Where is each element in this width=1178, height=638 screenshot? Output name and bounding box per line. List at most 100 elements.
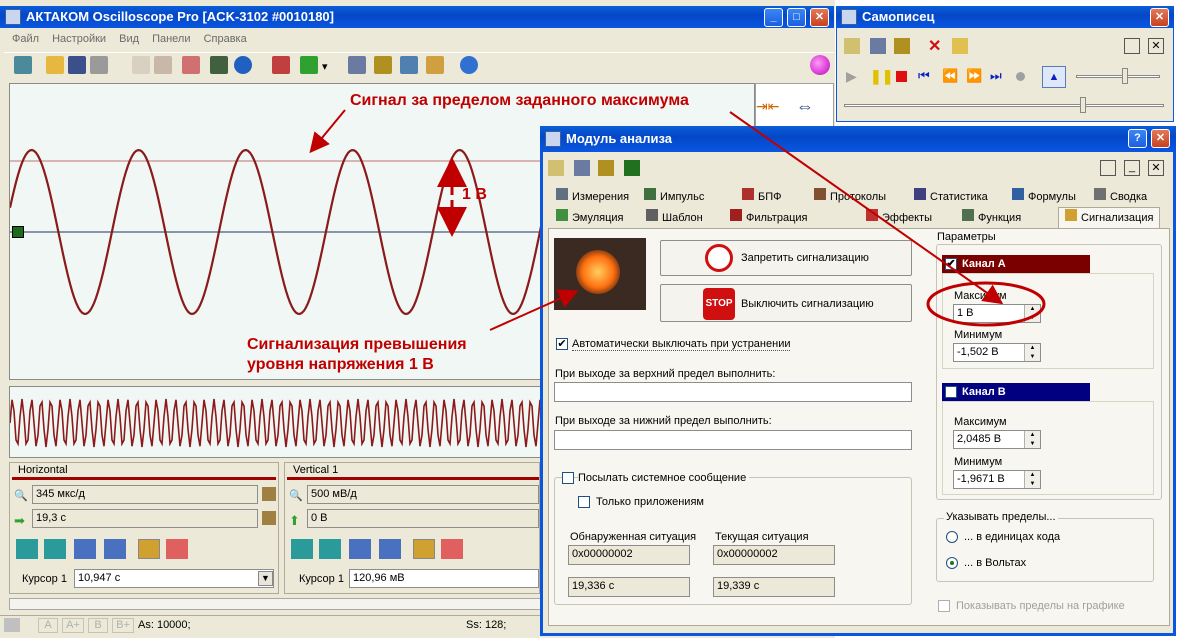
timebase-field[interactable]: 345 мкс/д bbox=[32, 485, 258, 504]
shift-up-icon[interactable] bbox=[319, 539, 341, 559]
recorder-title-bar[interactable]: Самописец ✕ bbox=[836, 6, 1174, 28]
h-cursor-select[interactable]: 10,947 с bbox=[74, 569, 274, 588]
last-icon[interactable]: ⏭ bbox=[990, 68, 1002, 84]
restore-icon[interactable] bbox=[1124, 38, 1140, 54]
star-icon[interactable] bbox=[844, 38, 860, 54]
tab-template[interactable]: Шаблон bbox=[646, 209, 703, 226]
marker-icon[interactable] bbox=[300, 56, 318, 74]
prev-icon[interactable]: ⏪ bbox=[942, 68, 958, 84]
minimize-button[interactable]: _ bbox=[764, 8, 783, 27]
info-icon[interactable] bbox=[870, 38, 886, 54]
tab-protocols[interactable]: Протоколы bbox=[814, 188, 886, 205]
clear-cursors-icon[interactable] bbox=[166, 539, 188, 559]
recorder-close-button[interactable]: ✕ bbox=[1150, 8, 1169, 27]
tab-effects[interactable]: Эффекты bbox=[866, 209, 932, 226]
first-icon[interactable]: ⏮ bbox=[918, 68, 930, 84]
position-slider[interactable] bbox=[844, 104, 1164, 107]
clear-cursors-icon[interactable] bbox=[441, 539, 463, 559]
grid-icon[interactable] bbox=[138, 539, 160, 559]
add-cursor-icon[interactable] bbox=[74, 539, 96, 559]
lock-icon[interactable] bbox=[262, 487, 276, 501]
star-icon[interactable] bbox=[548, 160, 564, 176]
status-btn-a-plus[interactable]: A+ bbox=[62, 618, 84, 633]
eject-icon[interactable]: ▲ bbox=[1042, 66, 1066, 88]
speed-slider[interactable] bbox=[1076, 75, 1160, 78]
channel-b-header[interactable]: Канал B bbox=[942, 383, 1090, 401]
tab-alarm[interactable]: Сигнализация bbox=[1058, 207, 1161, 228]
chevron-down-icon[interactable]: ▼ bbox=[258, 571, 273, 586]
pause-icon[interactable]: ❚❚ bbox=[870, 68, 893, 85]
remove-cursor-icon[interactable] bbox=[379, 539, 401, 559]
h-offset-field[interactable]: 19,3 с bbox=[32, 509, 258, 528]
channel-b-checkbox[interactable] bbox=[945, 386, 957, 398]
tab-statistics[interactable]: Статистика bbox=[914, 188, 988, 205]
info-icon[interactable] bbox=[348, 56, 366, 74]
channel-a-checkbox[interactable]: ✔ bbox=[945, 258, 957, 270]
play-icon[interactable]: ▶ bbox=[846, 68, 857, 85]
spinner-icon[interactable]: ▲ ▼ bbox=[1024, 344, 1040, 361]
menu-panels[interactable]: Панели bbox=[152, 33, 190, 45]
position-slider-thumb[interactable] bbox=[1080, 97, 1086, 113]
probe-icon[interactable] bbox=[400, 56, 418, 74]
v-offset-field[interactable]: 0 В bbox=[307, 509, 539, 528]
restore-icon[interactable] bbox=[1100, 160, 1116, 176]
lock-icon[interactable] bbox=[262, 511, 276, 525]
upper-limit-input[interactable] bbox=[554, 382, 912, 402]
signal-icon[interactable] bbox=[182, 56, 200, 74]
about-icon[interactable] bbox=[460, 56, 478, 74]
minimize-icon[interactable]: _ bbox=[1124, 160, 1140, 176]
zoom-out-icon[interactable]: ⇔ bbox=[796, 96, 814, 117]
info-icon[interactable] bbox=[574, 160, 590, 176]
paste-icon[interactable] bbox=[154, 56, 172, 74]
spinner-icon[interactable]: ▲ ▼ bbox=[1024, 431, 1040, 448]
recorder-close-icon[interactable]: ✕ bbox=[1148, 38, 1164, 54]
overview-strip[interactable] bbox=[9, 386, 549, 458]
shift-down-icon[interactable] bbox=[291, 539, 313, 559]
channel-a-max-input[interactable]: 1 В ▲ ▼ bbox=[953, 304, 1041, 323]
print-icon[interactable] bbox=[90, 56, 108, 74]
next-icon[interactable]: ⏩ bbox=[966, 68, 982, 84]
screen-icon[interactable] bbox=[210, 56, 228, 74]
speed-slider-thumb[interactable] bbox=[1122, 68, 1128, 84]
show-limits-checkbox[interactable] bbox=[938, 600, 950, 612]
measure-icon[interactable] bbox=[374, 56, 392, 74]
add-cursor-icon[interactable] bbox=[349, 539, 371, 559]
main-title-bar[interactable]: АКТАКОМ Oscilloscope Pro [ACK-3102 #0010… bbox=[0, 6, 834, 28]
cursor-icon[interactable] bbox=[272, 56, 290, 74]
send-message-checkbox[interactable] bbox=[562, 472, 574, 484]
analysis-title-bar[interactable]: Модуль анализа ? ✕ bbox=[540, 126, 1176, 152]
help-button[interactable]: ? bbox=[1128, 129, 1147, 148]
tab-pulse[interactable]: Импульс bbox=[644, 188, 704, 205]
auto-off-checkbox[interactable]: ✔ bbox=[556, 338, 568, 350]
measure-icon[interactable] bbox=[894, 38, 910, 54]
scope-icon[interactable] bbox=[624, 160, 640, 176]
close-icon[interactable]: ✕ bbox=[1148, 160, 1164, 176]
lower-limit-input[interactable] bbox=[554, 430, 912, 450]
analysis-close-button[interactable]: ✕ bbox=[1151, 129, 1170, 148]
grid-icon[interactable] bbox=[413, 539, 435, 559]
measure-icon[interactable] bbox=[598, 160, 614, 176]
menu-settings[interactable]: Настройки bbox=[52, 33, 106, 45]
dropdown-arrow-icon[interactable]: ▾ bbox=[322, 60, 330, 73]
exit-icon[interactable] bbox=[14, 56, 32, 74]
menu-view[interactable]: Вид bbox=[119, 33, 139, 45]
shift-left-icon[interactable] bbox=[16, 539, 38, 559]
zoom-in-icon[interactable]: ⇥⇤ bbox=[756, 98, 779, 115]
tab-emulation[interactable]: Эмуляция bbox=[556, 209, 624, 226]
only-apps-checkbox[interactable] bbox=[578, 496, 590, 508]
copy-icon[interactable] bbox=[132, 56, 150, 74]
spinner-icon[interactable]: ▲ ▼ bbox=[1024, 471, 1040, 488]
limits-code-radio[interactable] bbox=[946, 531, 958, 543]
v-scale-field[interactable]: 500 мВ/д bbox=[307, 485, 539, 504]
spinner-icon[interactable]: ▲ ▼ bbox=[1024, 305, 1040, 322]
ground-marker[interactable] bbox=[12, 226, 24, 238]
remove-cursor-icon[interactable] bbox=[104, 539, 126, 559]
tab-function[interactable]: Функция bbox=[962, 209, 1021, 226]
channel-b-min-input[interactable]: -1,9671 В ▲ ▼ bbox=[953, 470, 1041, 489]
color-ball-icon[interactable] bbox=[810, 55, 830, 75]
run-icon[interactable] bbox=[234, 56, 252, 74]
limits-volts-radio[interactable] bbox=[946, 557, 958, 569]
close-button[interactable]: ✕ bbox=[810, 8, 829, 27]
save-icon[interactable] bbox=[68, 56, 86, 74]
open-folder-icon[interactable] bbox=[46, 56, 64, 74]
